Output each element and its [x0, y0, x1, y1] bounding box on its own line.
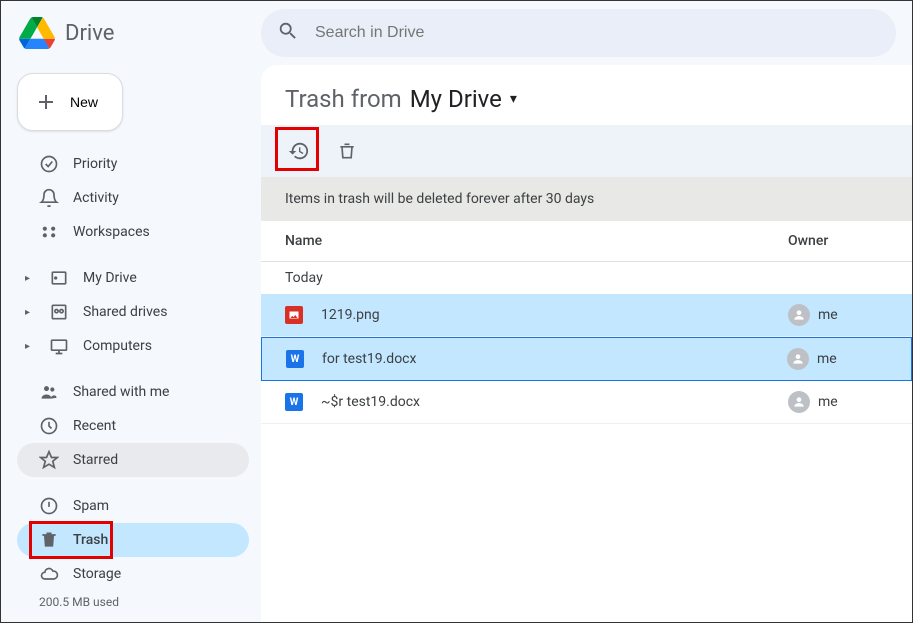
priority-icon	[39, 154, 59, 174]
search-bar[interactable]	[261, 9, 896, 57]
sidebar-item-trash[interactable]: Trash	[17, 523, 249, 557]
sidebar-label: Storage	[73, 566, 121, 582]
column-name[interactable]: Name	[285, 233, 788, 249]
owner-cell: me	[788, 304, 888, 326]
caret-icon: ▸	[25, 341, 35, 352]
avatar-icon	[788, 391, 810, 413]
sidebar-item-computers[interactable]: ▸ Computers	[17, 329, 249, 363]
search-icon	[277, 20, 299, 46]
column-owner[interactable]: Owner	[788, 233, 888, 249]
shared-drives-icon	[49, 302, 69, 322]
search-input[interactable]	[315, 24, 880, 42]
sidebar-label: Shared with me	[73, 384, 169, 400]
group-label: Today	[261, 262, 912, 294]
logo-area[interactable]: Drive	[17, 13, 261, 53]
restore-button[interactable]	[281, 133, 317, 169]
avatar-icon	[788, 304, 810, 326]
restore-icon	[288, 140, 310, 162]
sidebar: New Priority Activity Workspaces ▸ My Dr…	[1, 65, 261, 622]
sidebar-label: Priority	[73, 156, 117, 172]
sidebar-item-recent[interactable]: Recent	[17, 409, 249, 443]
owner-text: me	[817, 351, 837, 367]
sidebar-label: Workspaces	[73, 224, 150, 240]
file-name: for test19.docx	[322, 351, 787, 367]
new-button-label: New	[70, 94, 98, 110]
owner-text: me	[818, 394, 838, 410]
sidebar-item-storage[interactable]: Storage	[17, 557, 249, 591]
cloud-icon	[39, 564, 59, 584]
drive-logo-icon	[17, 13, 57, 53]
file-name: ~$r test19.docx	[321, 394, 788, 410]
word-file-icon: W	[285, 393, 303, 411]
file-row[interactable]: W for test19.docx me	[261, 337, 912, 381]
workspaces-icon	[39, 222, 59, 242]
info-banner: Items in trash will be deleted forever a…	[261, 177, 912, 221]
people-icon	[39, 382, 59, 402]
action-bar	[261, 125, 912, 177]
header: Drive	[1, 1, 912, 65]
caret-icon: ▸	[25, 307, 35, 318]
bell-icon	[39, 188, 59, 208]
trash-icon	[39, 530, 59, 550]
sidebar-item-priority[interactable]: Priority	[17, 147, 249, 181]
clock-icon	[39, 416, 59, 436]
sidebar-item-activity[interactable]: Activity	[17, 181, 249, 215]
star-icon	[39, 450, 59, 470]
storage-used-text: 200.5 MB used	[17, 595, 249, 609]
sidebar-item-shared-drives[interactable]: ▸ Shared drives	[17, 295, 249, 329]
drive-icon	[49, 268, 69, 288]
sidebar-label: Spam	[73, 498, 109, 514]
sidebar-item-spam[interactable]: Spam	[17, 489, 249, 523]
sidebar-item-my-drive[interactable]: ▸ My Drive	[17, 261, 249, 295]
new-button[interactable]: New	[17, 73, 123, 131]
main-header: Trash from My Drive ▾	[261, 65, 912, 125]
sidebar-item-starred[interactable]: Starred	[17, 443, 249, 477]
sidebar-label: My Drive	[83, 270, 137, 286]
trash-icon	[337, 141, 357, 161]
delete-forever-button[interactable]	[329, 133, 365, 169]
table-header: Name Owner	[261, 221, 912, 262]
sidebar-label: Activity	[73, 190, 119, 206]
file-row[interactable]: 1219.png me	[261, 294, 912, 337]
file-row[interactable]: W ~$r test19.docx me	[261, 381, 912, 424]
title-prefix: Trash from	[285, 85, 402, 113]
word-file-icon: W	[286, 350, 304, 368]
sidebar-item-workspaces[interactable]: Workspaces	[17, 215, 249, 249]
sidebar-label: Trash	[73, 532, 108, 548]
sidebar-item-shared-with-me[interactable]: Shared with me	[17, 375, 249, 409]
main-panel: Trash from My Drive ▾ Items in trash wil…	[261, 65, 912, 622]
sidebar-label: Starred	[73, 452, 118, 468]
sidebar-label: Shared drives	[83, 304, 167, 320]
avatar-icon	[787, 348, 809, 370]
chevron-down-icon[interactable]: ▾	[510, 91, 517, 107]
caret-icon: ▸	[25, 273, 35, 284]
app-title: Drive	[65, 21, 114, 46]
spam-icon	[39, 496, 59, 516]
sidebar-label: Computers	[83, 338, 152, 354]
sidebar-label: Recent	[73, 418, 116, 434]
plus-icon	[34, 90, 58, 114]
computer-icon	[49, 336, 69, 356]
file-name: 1219.png	[321, 307, 788, 323]
owner-cell: me	[788, 391, 888, 413]
owner-text: me	[818, 307, 838, 323]
owner-cell: me	[787, 348, 887, 370]
image-file-icon	[285, 306, 303, 324]
title-location[interactable]: My Drive	[410, 85, 502, 113]
content: New Priority Activity Workspaces ▸ My Dr…	[1, 65, 912, 622]
